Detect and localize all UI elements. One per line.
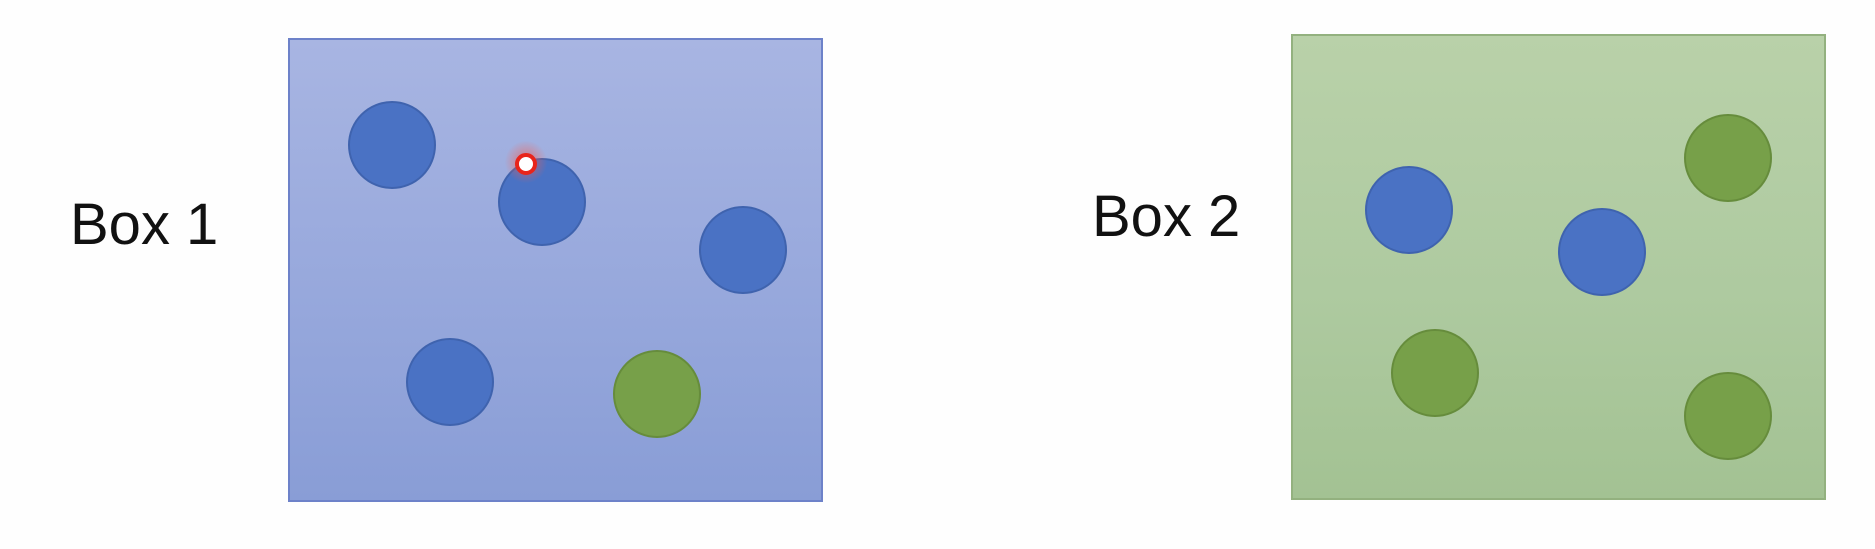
box-2-label: Box 2 <box>1092 184 1241 249</box>
box-1-label: Box 1 <box>70 192 219 257</box>
cursor-highlight-icon <box>515 153 537 175</box>
box-2-blue-ball <box>1365 166 1453 254</box>
box-1-blue-ball <box>699 206 787 294</box>
diagram-canvas: Box 1 Box 2 <box>0 0 1875 549</box>
box-1-blue-ball <box>406 338 494 426</box>
box-1-blue-ball <box>348 101 436 189</box>
box-2-green-ball <box>1684 114 1772 202</box>
box-1 <box>288 38 823 502</box>
box-2-green-ball <box>1391 329 1479 417</box>
box-1-green-ball <box>613 350 701 438</box>
box-2-green-ball <box>1684 372 1772 460</box>
box-2-blue-ball <box>1558 208 1646 296</box>
box-2 <box>1291 34 1826 500</box>
